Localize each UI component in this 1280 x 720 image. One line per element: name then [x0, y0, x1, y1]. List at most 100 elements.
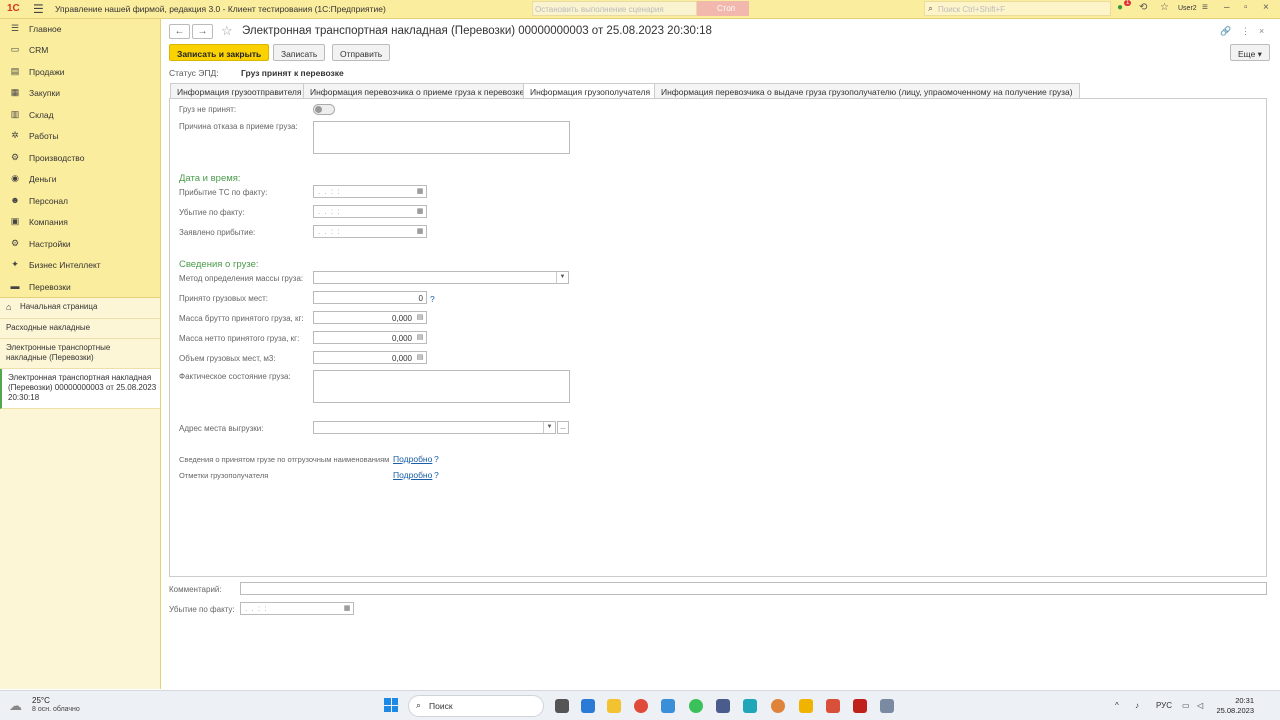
consignee-marks-details-link[interactable]: Подробно	[393, 470, 432, 480]
notifications-icon[interactable]: ●	[1117, 2, 1123, 13]
favorite-star-icon[interactable]: ☆	[221, 23, 233, 39]
sidebar-item-staff[interactable]: ☻ Персонал	[0, 191, 160, 212]
settings-menu-icon[interactable]: ≡	[1202, 2, 1208, 13]
gross-field[interactable]: 0,000 ▤	[313, 311, 427, 324]
minimize-icon[interactable]: –	[1224, 2, 1230, 13]
tab-consignee[interactable]: Информация грузополучателя	[523, 83, 658, 99]
user-name[interactable]: User2	[1178, 5, 1197, 12]
actual-state-field[interactable]	[313, 370, 570, 403]
volume-field[interactable]: 0,000 ▤	[313, 351, 427, 364]
accepted-info-help-icon[interactable]: ?	[434, 454, 439, 464]
sidebar-item-sales[interactable]: ▤ Продажи	[0, 62, 160, 83]
calculator-icon[interactable]: ▤	[415, 313, 425, 322]
tab-consignor[interactable]: Информация грузоотправителя	[170, 83, 309, 99]
back-button[interactable]: ←	[169, 24, 190, 39]
send-button[interactable]: Отправить	[332, 44, 391, 61]
places-help-icon[interactable]: ?	[430, 294, 435, 304]
link-icon[interactable]: 🔗	[1220, 26, 1231, 37]
close-form-icon[interactable]: ×	[1259, 26, 1264, 36]
chrome-icon[interactable]	[634, 699, 648, 713]
history-icon[interactable]: ⟲	[1139, 2, 1147, 13]
clock[interactable]: 20:31 25.08.2023	[1216, 696, 1254, 716]
temperature[interactable]: 25°C	[32, 696, 50, 705]
opened-item-home[interactable]: ⌂ Начальная страница	[0, 298, 160, 319]
more-button[interactable]: Еще ▾	[1230, 44, 1270, 61]
main-menu-icon[interactable]: ☰	[33, 2, 44, 16]
reject-reason-field[interactable]	[313, 121, 570, 154]
windows-start-icon[interactable]	[384, 698, 398, 712]
calculator-icon[interactable]: ▤	[415, 333, 425, 342]
declared-arrival-field[interactable]: . . : : ▦	[313, 225, 427, 238]
departure-fact-field[interactable]: . . : : ▦	[313, 205, 427, 218]
sidebar-item-works[interactable]: ✲ Работы	[0, 126, 160, 147]
clock-time: 20:31	[1235, 696, 1254, 705]
more-options-icon[interactable]: ⋮	[1241, 26, 1250, 37]
opened-item-etn-current[interactable]: Электронная транспортная накладная (Пере…	[0, 369, 160, 409]
app-icon[interactable]	[716, 699, 730, 713]
favorites-icon[interactable]: ☆	[1160, 2, 1169, 13]
comment-field[interactable]	[240, 582, 1267, 595]
tab-carrier-delivery[interactable]: Информация перевозчика о выдаче груза гр…	[654, 83, 1080, 99]
settings-icon[interactable]	[880, 699, 894, 713]
save-and-close-button[interactable]: Записать и закрыть	[169, 44, 270, 61]
opened-item-invoices[interactable]: Расходные накладные	[0, 319, 160, 339]
accepted-info-details-link[interactable]: Подробно	[393, 454, 432, 464]
mass-method-select[interactable]: ▼	[313, 271, 569, 284]
unload-address-more-button[interactable]: ...	[557, 421, 569, 434]
sidebar-item-money[interactable]: ◉ Деньги	[0, 169, 160, 190]
tray-chevron-icon[interactable]: ^	[1115, 701, 1119, 710]
warehouse-icon: ▥	[10, 109, 20, 119]
unload-address-select[interactable]: ▼	[313, 421, 556, 434]
volume-icon[interactable]: ◁	[1197, 701, 1203, 710]
stop-button[interactable]: Стоп	[697, 1, 749, 16]
microphone-icon[interactable]: ♪	[1135, 701, 1139, 710]
consignee-marks-help-icon[interactable]: ?	[434, 470, 439, 480]
forward-button[interactable]: →	[192, 24, 213, 39]
language-indicator[interactable]: РУС	[1156, 701, 1172, 710]
global-search-input[interactable]: ⌕ Поиск Ctrl+Shift+F	[924, 1, 1111, 16]
sidebar-item-production[interactable]: ⚙ Производство	[0, 148, 160, 169]
1c-app-icon[interactable]	[799, 699, 813, 713]
toggle-knob	[315, 106, 322, 113]
net-label: Масса нетто принятого груза, кг:	[179, 334, 300, 343]
chevron-down-icon[interactable]: ▼	[556, 272, 568, 283]
calendar-icon[interactable]: ▦	[415, 187, 425, 196]
places-field[interactable]: 0	[313, 291, 427, 304]
calendar-icon[interactable]: ▦	[415, 227, 425, 236]
tab-carrier-acceptance[interactable]: Информация перевозчика о приеме груза к …	[303, 83, 532, 99]
sidebar-item-crm[interactable]: ▭ CRM	[0, 40, 160, 61]
calculator-icon[interactable]: ▤	[415, 353, 425, 362]
not-accepted-toggle[interactable]	[313, 104, 335, 115]
maximize-icon[interactable]: ▫	[1244, 2, 1248, 13]
save-button[interactable]: Записать	[273, 44, 326, 61]
explorer-icon[interactable]	[607, 699, 621, 713]
sidebar-item-main[interactable]: ☰ Главное	[0, 19, 160, 40]
sidebar-item-company[interactable]: ▣ Компания	[0, 212, 160, 233]
net-field[interactable]: 0,000 ▤	[313, 331, 427, 344]
sidebar-item-warehouse[interactable]: ▥ Склад	[0, 105, 160, 126]
taskbar-search[interactable]: ⌕ Поиск	[408, 695, 544, 717]
store-icon[interactable]	[581, 699, 595, 713]
sidebar-item-transport[interactable]: ▬ Перевозки	[0, 277, 160, 298]
app-icon[interactable]	[771, 699, 785, 713]
network-icon[interactable]: ▭	[1182, 701, 1190, 710]
app-icon[interactable]	[826, 699, 840, 713]
sidebar-item-settings[interactable]: ⚙ Настройки	[0, 234, 160, 255]
task-view-icon[interactable]	[555, 699, 569, 713]
telegram-icon[interactable]	[661, 699, 675, 713]
calendar-icon[interactable]: ▦	[342, 604, 352, 613]
sidebar-item-bi[interactable]: ✦ Бизнес Интеллект	[0, 255, 160, 276]
opened-item-etn-list[interactable]: Электронные транспортные накладные (Пере…	[0, 339, 160, 369]
calendar-icon[interactable]: ▦	[415, 207, 425, 216]
sidebar-item-purchases[interactable]: ▦ Закупки	[0, 83, 160, 104]
arrival-fact-field[interactable]: . . : : ▦	[313, 185, 427, 198]
app-icon[interactable]	[743, 699, 757, 713]
clock-date: 25.08.2023	[1216, 706, 1254, 715]
pdf-icon[interactable]	[853, 699, 867, 713]
chevron-down-icon[interactable]: ▼	[543, 422, 555, 433]
footer-departure-field[interactable]: . . : : ▦	[240, 602, 354, 615]
scenario-field[interactable]: Остановить выполнение сценария	[532, 1, 697, 16]
whatsapp-icon[interactable]	[689, 699, 703, 713]
close-icon[interactable]: ×	[1263, 2, 1269, 13]
sidebar: ☰ Главное ▭ CRM ▤ Продажи ▦ Закупки ▥ Склад ✲…	[0, 19, 161, 689]
